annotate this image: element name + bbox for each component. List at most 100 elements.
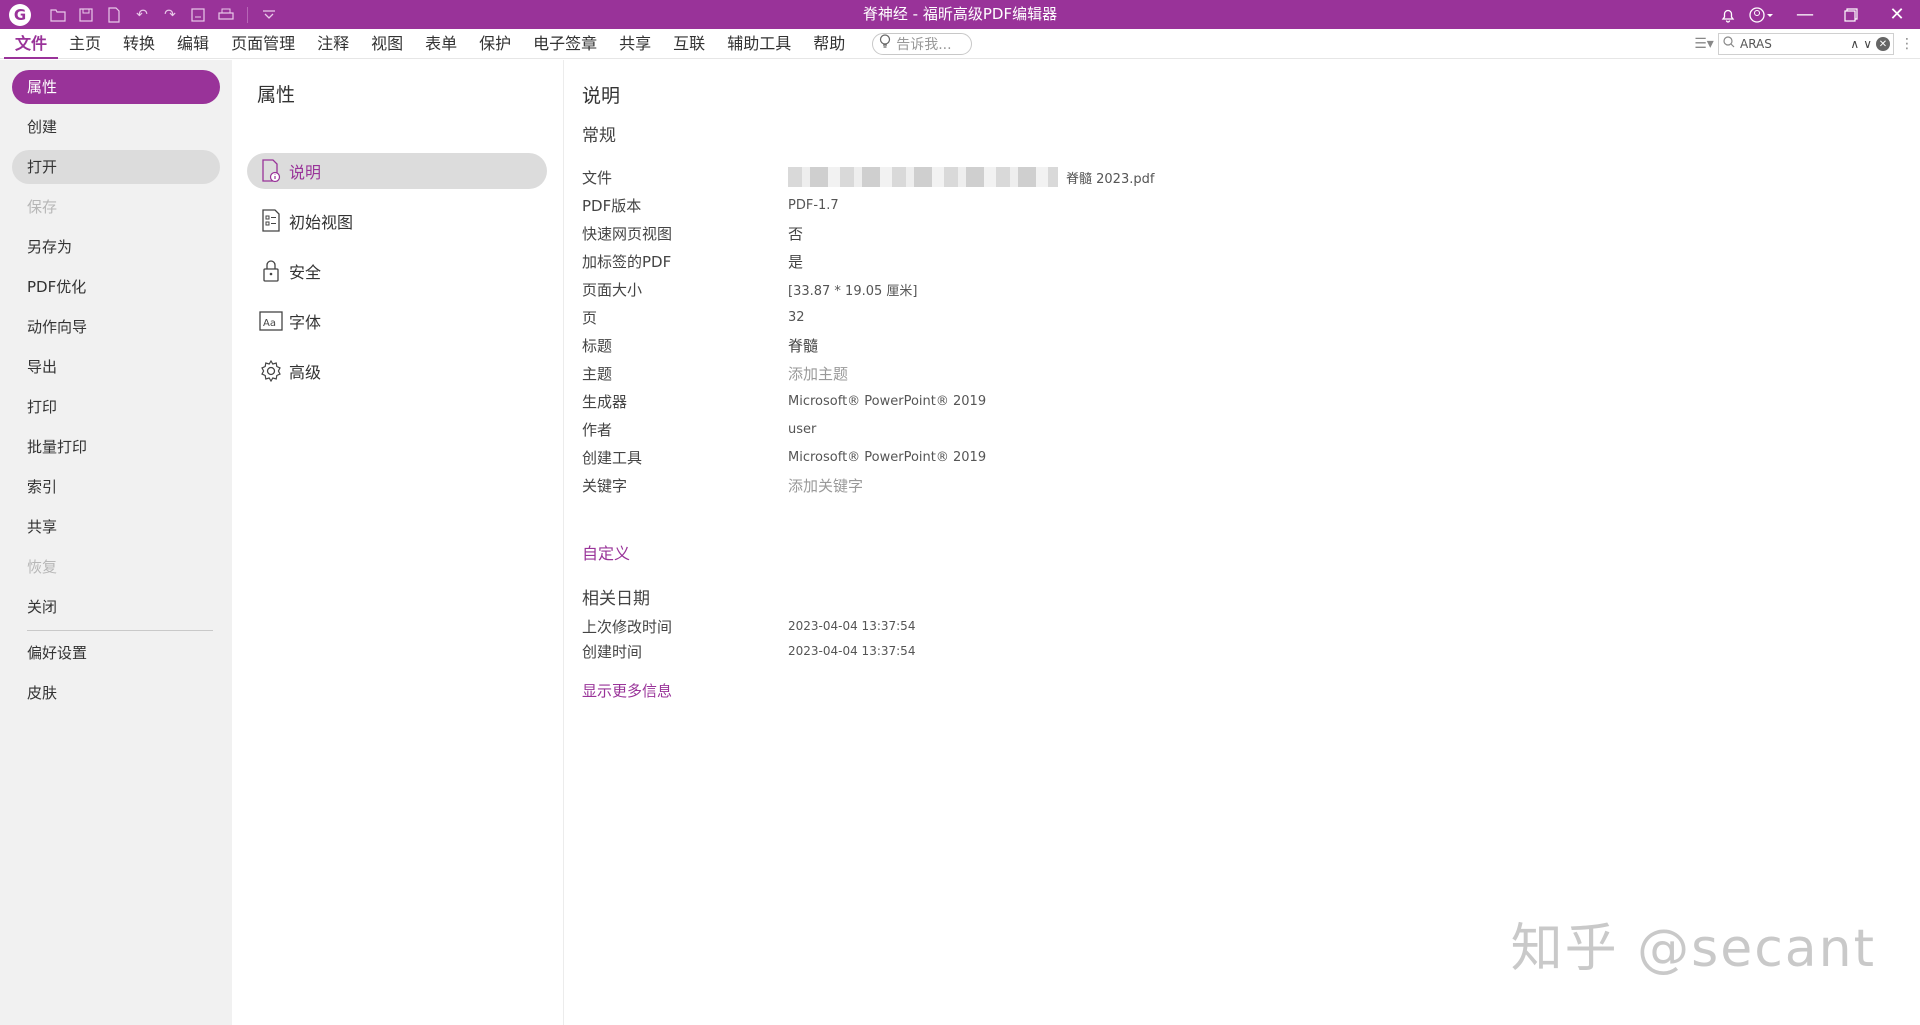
find-input[interactable]: ARAS ∧ ∨ ✕ [1718, 33, 1894, 55]
field-label: 关键字 [582, 476, 628, 495]
open-folder-icon[interactable] [49, 6, 67, 24]
field-value: 2023-04-04 13:37:54 [788, 644, 916, 658]
menu-file[interactable]: 文件 [4, 29, 59, 59]
field-label: 主题 [582, 364, 613, 383]
nav-skin[interactable]: 皮肤 [12, 676, 220, 710]
field-value: Microsoft® PowerPoint® 2019 [788, 449, 987, 465]
field-row-keywords: 关键字 添加关键字 [582, 473, 1482, 497]
menu-e-signature[interactable]: 电子签章 [522, 29, 608, 59]
field-label: 快速网页视图 [582, 224, 673, 243]
field-row-author: 作者 user [582, 417, 1482, 441]
menu-protect[interactable]: 保护 [468, 29, 522, 59]
nav-action-wizard[interactable]: 动作向导 [12, 310, 220, 344]
bell-icon[interactable] [1714, 7, 1742, 23]
field-value: 是 [788, 252, 804, 271]
lightbulb-icon [879, 34, 891, 53]
category-fonts-label: 字体 [289, 313, 322, 332]
menu-connect[interactable]: 互联 [662, 29, 716, 59]
category-security[interactable]: 安全 [247, 253, 547, 289]
field-row-modified: 上次修改时间 2023-04-04 13:37:54 [582, 614, 1482, 638]
menu-view[interactable]: 视图 [360, 29, 414, 59]
menu-accessibility[interactable]: 辅助工具 [716, 29, 802, 59]
menu-home[interactable]: 主页 [58, 29, 112, 59]
menu-edit[interactable]: 编辑 [166, 29, 220, 59]
show-more-info-link[interactable]: 显示更多信息 [582, 680, 672, 701]
tell-me-search[interactable]: 告诉我... [872, 32, 973, 55]
menu-convert[interactable]: 转换 [112, 29, 166, 59]
customize-dropdown-icon[interactable] [260, 6, 278, 24]
menu-help[interactable]: 帮助 [802, 29, 856, 59]
nav-batch-print[interactable]: 批量打印 [12, 430, 220, 464]
nav-share[interactable]: 共享 [12, 510, 220, 544]
nav-save-as[interactable]: 另存为 [12, 230, 220, 264]
close-window-button[interactable]: ✕ [1874, 0, 1920, 29]
find-previous-icon[interactable]: ∧ [1850, 37, 1859, 51]
field-label: 创建工具 [582, 448, 643, 467]
author-input[interactable]: user [788, 422, 816, 437]
field-label: 创建时间 [582, 642, 643, 661]
search-icon [1723, 36, 1735, 52]
find-next-icon[interactable]: ∨ [1863, 37, 1872, 51]
menu-form[interactable]: 表单 [414, 29, 468, 59]
svg-text:Aa: Aa [263, 318, 276, 329]
menu-comment[interactable]: 注释 [306, 29, 360, 59]
category-advanced-label: 高级 [289, 363, 322, 382]
redacted-path [788, 167, 1058, 187]
category-fonts[interactable]: Aa 字体 [247, 303, 547, 339]
nav-properties[interactable]: 属性 [12, 70, 220, 104]
nav-export[interactable]: 导出 [12, 350, 220, 384]
find-input-value: ARAS [1740, 37, 1772, 51]
gear-icon [259, 358, 283, 384]
restore-button[interactable] [1828, 0, 1874, 29]
nav-preferences[interactable]: 偏好设置 [12, 636, 220, 670]
custom-properties-link[interactable]: 自定义 [582, 540, 630, 564]
menu-page-management[interactable]: 页面管理 [220, 29, 306, 59]
advanced-search-icon[interactable]: ☰▾ [1690, 36, 1718, 52]
nav-divider [27, 630, 213, 631]
field-label: 生成器 [582, 392, 628, 411]
menu-share[interactable]: 共享 [608, 29, 662, 59]
nav-close[interactable]: 关闭 [12, 590, 220, 624]
clear-search-icon[interactable]: ✕ [1876, 37, 1890, 51]
app-logo-icon[interactable]: G [9, 3, 31, 26]
user-account-icon[interactable] [1742, 6, 1782, 23]
save-as-icon[interactable] [189, 6, 207, 24]
field-row-producer: 生成器 Microsoft® PowerPoint® 2019 [582, 389, 1482, 413]
keywords-input[interactable]: 添加关键字 [788, 475, 863, 496]
category-security-label: 安全 [289, 263, 322, 282]
save-icon[interactable] [77, 6, 95, 24]
document-properties-content: 说明 常规 文件 脊髓 2023.pdf PDF版本 PDF-1.7 快速网页视… [564, 60, 1920, 1025]
nav-print[interactable]: 打印 [12, 390, 220, 424]
field-row-pdf-version: PDF版本 PDF-1.7 [582, 193, 1482, 217]
nav-restore: 恢复 [27, 558, 58, 576]
window-controls: — ✕ [1714, 0, 1920, 29]
subject-input[interactable]: 添加主题 [788, 363, 848, 384]
content-title: 说明 [582, 85, 621, 107]
field-row-creator: 创建工具 Microsoft® PowerPoint® 2019 [582, 445, 1482, 469]
dates-heading: 相关日期 [582, 589, 650, 609]
undo-icon[interactable]: ↶ [133, 6, 151, 24]
field-value: 否 [788, 224, 804, 243]
nav-create[interactable]: 创建 [12, 110, 220, 144]
window-title: 脊神经 - 福昕高级PDF编辑器 [862, 5, 1058, 23]
category-description[interactable]: 说明 [247, 153, 547, 189]
minimize-button[interactable]: — [1782, 0, 1828, 29]
nav-open[interactable]: 打开 [12, 150, 220, 184]
new-doc-icon[interactable] [105, 6, 123, 24]
more-options-icon[interactable]: ⋮ [1894, 36, 1920, 52]
redo-icon[interactable]: ↷ [161, 6, 179, 24]
category-advanced[interactable]: 高级 [247, 353, 547, 389]
backstage-nav: 属性 创建 打开 保存 另存为 PDF优化 动作向导 导出 打印 批量打印 索引… [0, 60, 232, 1025]
field-label: PDF版本 [582, 196, 642, 215]
field-label: 标题 [582, 336, 613, 355]
nav-pdf-optimize[interactable]: PDF优化 [12, 270, 220, 304]
print-icon[interactable] [217, 6, 235, 24]
toolbar-divider [247, 6, 248, 23]
category-initial-view[interactable]: 初始视图 [247, 203, 547, 239]
nav-index[interactable]: 索引 [12, 470, 220, 504]
properties-categories-panel: 属性 说明 初始视图 安全 Aa 字体 高级 [232, 60, 564, 1025]
field-row-tagged-pdf: 加标签的PDF 是 [582, 249, 1482, 273]
title-input[interactable]: 脊髓 [788, 335, 818, 356]
field-row-subject: 主题 添加主题 [582, 361, 1482, 385]
nav-save: 保存 [27, 198, 58, 216]
